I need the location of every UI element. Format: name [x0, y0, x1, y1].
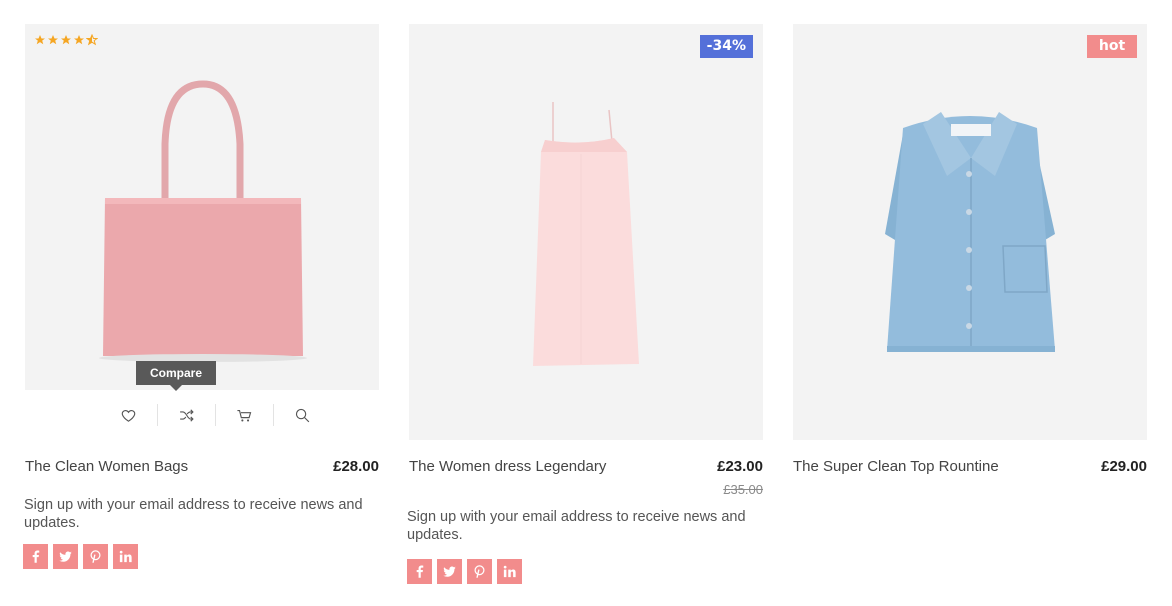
cart-icon [237, 409, 252, 422]
social-share [23, 544, 138, 569]
search-icon [295, 408, 310, 422]
product-card: -34% The Women dress Legendary £23.00 £3… [407, 24, 763, 584]
linkedin-share-button[interactable] [113, 544, 138, 569]
product-name[interactable]: The Super Clean Top Rountine [793, 458, 999, 475]
twitter-share-button[interactable] [53, 544, 78, 569]
pinterest-share-button[interactable] [467, 559, 492, 584]
quick-view-button[interactable] [273, 404, 331, 426]
star-icon [48, 35, 58, 45]
star-icon [35, 35, 45, 45]
pinterest-icon [474, 565, 485, 578]
product-image[interactable] [25, 24, 379, 390]
star-icon [61, 35, 71, 45]
product-title-row: The Clean Women Bags £28.00 [25, 458, 379, 478]
add-to-cart-button[interactable] [215, 404, 273, 426]
heart-icon [121, 409, 135, 422]
product-card: hot The Super Clean Top Rountine £29.00 [793, 24, 1147, 475]
shuffle-icon [180, 408, 194, 422]
product-title-row: The Women dress Legendary £23.00 £35.00 [409, 458, 763, 497]
product-name[interactable]: The Women dress Legendary [409, 458, 606, 475]
product-media: Compare [25, 24, 379, 440]
product-price: £28.00 [333, 458, 379, 475]
pinterest-icon [90, 550, 101, 563]
product-old-price: £35.00 [723, 482, 763, 497]
facebook-share-button[interactable] [23, 544, 48, 569]
product-price: £23.00 [717, 458, 763, 475]
pinterest-share-button[interactable] [83, 544, 108, 569]
discount-badge: -34% [699, 35, 753, 58]
social-share [407, 559, 522, 584]
product-image[interactable] [793, 24, 1147, 440]
product-actions [99, 402, 331, 428]
linkedin-share-button[interactable] [497, 559, 522, 584]
product-card: Compare The Clean Women Bags £28.00 Sign… [23, 24, 379, 569]
facebook-icon [416, 565, 424, 578]
facebook-share-button[interactable] [407, 559, 432, 584]
product-media: hot [793, 24, 1147, 440]
star-icon [74, 35, 84, 45]
product-description: Sign up with your email address to recei… [407, 509, 746, 543]
twitter-icon [443, 566, 456, 577]
twitter-share-button[interactable] [437, 559, 462, 584]
twitter-icon [59, 551, 72, 562]
linkedin-icon [119, 550, 132, 563]
linkedin-icon [503, 565, 516, 578]
product-description: Sign up with your email address to recei… [24, 497, 363, 531]
star-rating [34, 34, 98, 46]
compare-button[interactable] [157, 404, 215, 426]
star-half-icon [86, 34, 98, 46]
product-media: -34% [409, 24, 763, 440]
hot-badge: hot [1087, 35, 1137, 58]
compare-tooltip: Compare [136, 361, 216, 391]
product-title-row: The Super Clean Top Rountine £29.00 [793, 458, 1147, 478]
facebook-icon [32, 550, 40, 563]
product-price: £29.00 [1101, 458, 1147, 475]
product-name[interactable]: The Clean Women Bags [25, 458, 188, 475]
wishlist-button[interactable] [99, 404, 157, 426]
product-image[interactable] [409, 24, 763, 440]
